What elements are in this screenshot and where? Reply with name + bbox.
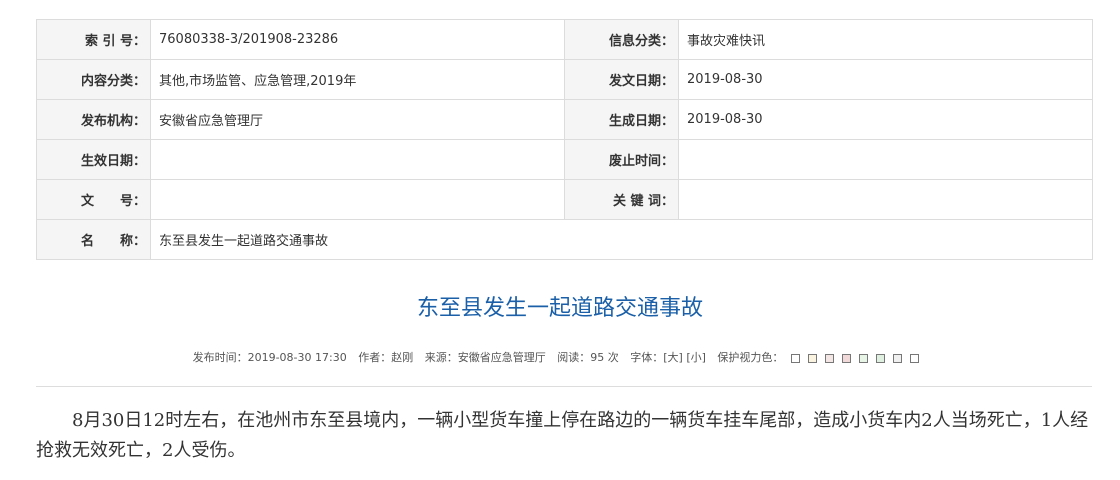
keywords-value [678, 179, 1093, 220]
keywords-label: 关 键 词： [564, 179, 679, 220]
content-divider [36, 386, 1092, 387]
content-category-label: 内容分类： [36, 59, 151, 100]
eye-protection-control: 保护视力色： [717, 351, 927, 364]
eye-color-swatches [787, 350, 923, 366]
doc-name-value: 东至县发生一起道路交通事故 [150, 219, 1093, 260]
doc-name-label: 名 称： [36, 219, 151, 260]
publisher-value: 安徽省应急管理厅 [150, 99, 565, 140]
font-size-control: 字体：[大] [小] [630, 351, 706, 364]
eye-color-swatch-4[interactable] [842, 353, 852, 363]
eye-color-swatch-8[interactable] [910, 353, 920, 363]
view-count: 阅读：95 次 [557, 351, 619, 364]
font-small-button[interactable]: [小] [686, 351, 706, 364]
eye-color-swatch-7[interactable] [893, 353, 903, 363]
effective-date-label: 生效日期： [36, 139, 151, 180]
eye-color-swatch-1[interactable] [791, 353, 801, 363]
eye-protection-label: 保护视力色： [717, 351, 784, 364]
metadata-row-index: 索 引 号： 76080338-3/201908-23286 信息分类： 事故灾… [36, 19, 1093, 60]
eye-color-swatch-6[interactable] [876, 353, 886, 363]
eye-color-swatch-2[interactable] [808, 353, 818, 363]
article-title: 东至县发生一起道路交通事故 [416, 296, 703, 321]
info-category-label: 信息分类： [564, 19, 679, 60]
metadata-row-validity: 生效日期： 废止时间： [36, 139, 1093, 180]
metadata-row-publisher: 发布机构： 安徽省应急管理厅 生成日期： 2019-08-30 [36, 99, 1093, 140]
created-date-label: 生成日期： [564, 99, 679, 140]
metadata-row-content: 内容分类： 其他,市场监管、应急管理,2019年 发文日期： 2019-08-3… [36, 59, 1093, 100]
article-body: 8月30日12时左右，在池州市东至县境内，一辆小型货车撞上停在路边的一辆货车挂车… [36, 410, 1089, 461]
expiry-time-label: 废止时间： [564, 139, 679, 180]
doc-number-label: 文 号： [36, 179, 151, 220]
publisher-label: 发布机构： [36, 99, 151, 140]
effective-date-value [150, 139, 565, 180]
info-category-value: 事故灾难快讯 [678, 19, 1093, 60]
author: 作者：赵刚 [358, 351, 414, 364]
issue-date-value: 2019-08-30 [678, 59, 1093, 100]
index-number-value: 76080338-3/201908-23286 [150, 19, 565, 60]
doc-number-value [150, 179, 565, 220]
content-category-value: 其他,市场监管、应急管理,2019年 [150, 59, 565, 100]
index-number-label: 索 引 号： [36, 19, 151, 60]
font-size-label: 字体： [630, 351, 664, 364]
font-large-button[interactable]: [大] [663, 351, 683, 364]
source: 来源：安徽省应急管理厅 [424, 351, 546, 364]
eye-color-swatch-3[interactable] [825, 353, 835, 363]
eye-color-swatch-5[interactable] [859, 353, 869, 363]
metadata-table: 索 引 号： 76080338-3/201908-23286 信息分类： 事故灾… [36, 19, 1093, 260]
publish-time: 发布时间：2019-08-30 17:30 [192, 351, 347, 364]
created-date-value: 2019-08-30 [678, 99, 1093, 140]
expiry-time-value [678, 139, 1093, 180]
metadata-row-name: 名 称： 东至县发生一起道路交通事故 [36, 219, 1093, 260]
metadata-row-doc-number: 文 号： 关 键 词： [36, 179, 1093, 220]
article-info-line: 发布时间：2019-08-30 17:30 作者：赵刚 来源：安徽省应急管理厅 … [0, 350, 1120, 366]
issue-date-label: 发文日期： [564, 59, 679, 100]
